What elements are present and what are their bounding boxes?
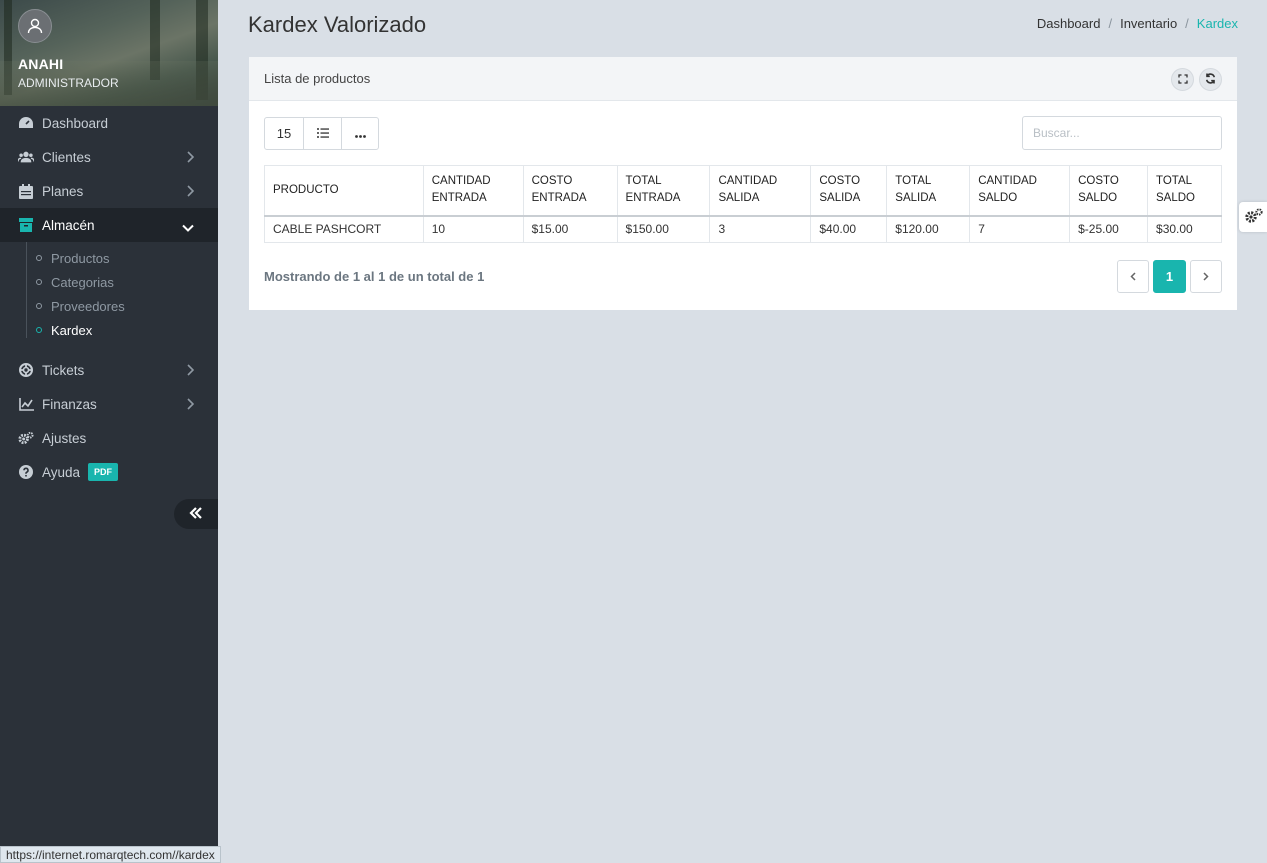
product-list-card: Lista de productos 15 PROD (249, 57, 1237, 310)
status-bar-url: https://internet.romarqtech.com//kardex (0, 846, 221, 863)
sidebar-item-label: Tickets (42, 362, 85, 378)
page-size-button[interactable]: 15 (264, 117, 304, 150)
column-header[interactable]: TOTAL ENTRADA (616, 165, 711, 217)
sidebar-subitem-label: Productos (51, 250, 110, 266)
sidebar-subitem-label: Proveedores (51, 298, 125, 314)
card-title: Lista de productos (264, 71, 371, 86)
pagination-page-button[interactable]: 1 (1153, 260, 1186, 293)
sidebar-item-label: Almacén (42, 217, 95, 233)
breadcrumb: Dashboard / Inventario / Kardex (1036, 16, 1238, 31)
chevron-left-icon (1130, 269, 1136, 284)
table-cell: 7 (969, 215, 1071, 243)
table-cell: $40.00 (810, 215, 888, 243)
sidebar-item-almacen[interactable]: Almacén (0, 208, 218, 242)
avatar[interactable] (18, 9, 52, 43)
breadcrumb-kardex: Kardex (1196, 16, 1238, 31)
table-cell: $120.00 (886, 215, 971, 243)
pagination-next-button[interactable] (1190, 260, 1222, 293)
sidebar-item-planes[interactable]: Planes (0, 174, 218, 208)
chevron-right-icon (186, 151, 195, 166)
sidebar-item-label: Finanzas (42, 396, 97, 412)
column-header[interactable]: CANTIDAD SALIDA (709, 165, 812, 217)
sidebar-item-label: Ajustes (42, 430, 87, 446)
fullscreen-button[interactable] (1171, 68, 1194, 91)
sidebar-subitem-label: Kardex (51, 322, 93, 338)
refresh-button[interactable] (1199, 68, 1222, 91)
column-header[interactable]: CANTIDAD ENTRADA (422, 165, 524, 217)
sidebar-item-label: Planes (42, 183, 84, 199)
sidebar-item-tickets[interactable]: Tickets (0, 353, 218, 387)
lifebuoy-icon (18, 362, 34, 378)
user-name: ANAHI (18, 56, 64, 72)
column-header[interactable]: COSTO SALDO (1069, 165, 1149, 217)
list-icon (316, 126, 329, 141)
table-cell: 3 (709, 215, 812, 243)
calendar-icon (18, 183, 34, 199)
user-panel: ANAHI ADMINISTRADOR (0, 0, 218, 106)
table-cell: CABLE PASHCORT (264, 215, 424, 243)
sidebar-subitem-kardex[interactable]: Kardex (36, 319, 92, 341)
sidebar-item-finanzas[interactable]: Finanzas (0, 387, 218, 421)
sidebar-subitem-label: Categorias (51, 274, 114, 290)
sidebar-item-ajustes[interactable]: Ajustes (0, 421, 218, 455)
users-icon (18, 149, 34, 165)
chevron-right-icon (186, 364, 195, 379)
table-cell: 10 (422, 215, 524, 243)
sidebar-item-dashboard[interactable]: Dashboard (0, 106, 218, 140)
table-header-row: PRODUCTO CANTIDAD ENTRADA COSTO ENTRADA TO… (264, 165, 1222, 217)
sidebar-subitem-productos[interactable]: Productos (36, 247, 110, 269)
table-toolbar: 15 (264, 117, 379, 150)
column-header[interactable]: TOTAL SALIDA (886, 165, 971, 217)
column-visibility-button[interactable] (303, 117, 342, 150)
table-cell: $15.00 (522, 215, 618, 243)
breadcrumb-inventario[interactable]: Inventario (1120, 16, 1177, 31)
settings-panel-toggle[interactable] (1239, 202, 1267, 232)
collapse-sidebar-button[interactable] (174, 499, 218, 529)
refresh-icon (1205, 72, 1216, 87)
chevron-right-icon (186, 185, 195, 200)
table-cell: $150.00 (616, 215, 711, 243)
page-title: Kardex Valorizado (248, 12, 427, 37)
gears-icon (18, 430, 34, 446)
column-header[interactable]: COSTO SALIDA (810, 165, 888, 217)
column-header[interactable]: CANTIDAD SALDO (969, 165, 1071, 217)
column-header[interactable]: PRODUCTO (264, 165, 424, 217)
sidebar-subitem-categorias[interactable]: Categorias (36, 271, 114, 293)
user-role: ADMINISTRADOR (18, 76, 119, 90)
sidebar-item-label: Dashboard (42, 115, 109, 131)
ellipsis-icon (354, 126, 366, 141)
more-options-button[interactable] (341, 117, 379, 150)
table-cell: $30.00 (1147, 215, 1222, 243)
pdf-badge[interactable]: PDF (88, 463, 119, 481)
column-header[interactable]: COSTO ENTRADA (522, 165, 618, 217)
archive-icon (18, 217, 34, 233)
table-info-text: Mostrando de 1 al 1 de un total de 1 (264, 269, 485, 284)
chevron-down-icon (182, 220, 194, 235)
table-cell: $-25.00 (1069, 215, 1149, 243)
line-chart-icon (18, 396, 34, 412)
kardex-table: PRODUCTO CANTIDAD ENTRADA COSTO ENTRADA TO… (264, 165, 1222, 243)
expand-icon (1177, 72, 1188, 87)
question-circle-icon (18, 464, 34, 480)
sidebar-subitem-proveedores[interactable]: Proveedores (36, 295, 125, 317)
table-row[interactable]: CABLE PASHCORT 10 $15.00 $150.00 3 $40.0… (264, 215, 1222, 243)
breadcrumb-dashboard[interactable]: Dashboard (1037, 16, 1101, 31)
dashboard-icon (18, 115, 34, 131)
sidebar: ANAHI ADMINISTRADOR Dashboard Clientes P… (0, 0, 218, 863)
chevron-right-icon (186, 398, 195, 413)
sidebar-item-clientes[interactable]: Clientes (0, 140, 218, 174)
search-input[interactable] (1022, 116, 1222, 150)
sidebar-item-ayuda[interactable]: Ayuda PDF (0, 455, 218, 489)
sidebar-item-label: Ayuda (42, 464, 81, 480)
double-chevron-left-icon (189, 506, 203, 522)
chevron-right-icon (1203, 269, 1209, 284)
gears-icon (1244, 208, 1263, 226)
column-header[interactable]: TOTAL SALDO (1147, 165, 1222, 217)
pagination-prev-button[interactable] (1117, 260, 1149, 293)
sidebar-item-label: Clientes (42, 149, 91, 165)
card-header: Lista de productos (249, 57, 1237, 101)
